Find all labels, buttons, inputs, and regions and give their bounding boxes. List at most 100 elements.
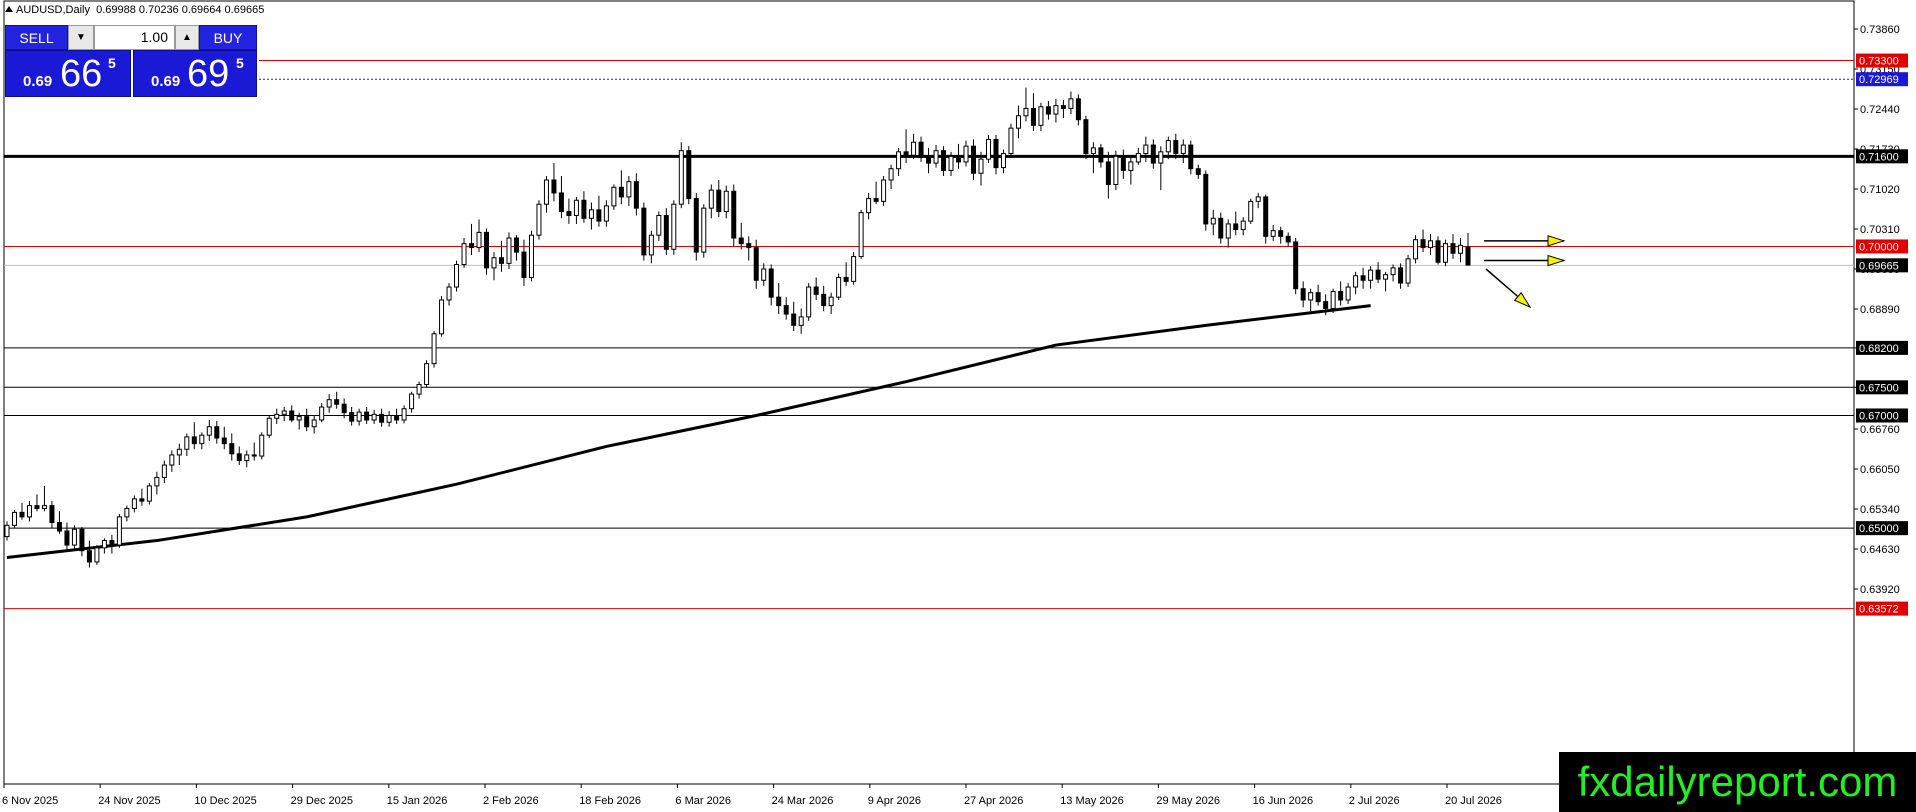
y-tick-label: 0.64630 [1860, 544, 1900, 556]
x-tick-label: 16 Jun 2026 [1253, 795, 1314, 807]
candle-body [184, 436, 190, 450]
yellow-arrow-annotation [1484, 254, 1566, 267]
candle-body [633, 181, 639, 209]
collapse-triangle-icon[interactable] [5, 6, 13, 12]
candle-body [1443, 243, 1449, 263]
candle-body [109, 540, 115, 546]
lot-size-input[interactable]: 1.00 [94, 25, 175, 50]
candle-body [1143, 144, 1149, 155]
candle-body [581, 199, 587, 219]
candle-body [963, 145, 969, 163]
candle-body [1353, 275, 1359, 288]
arrow-head [1547, 235, 1566, 247]
candle-body [813, 286, 819, 295]
candle-body [71, 528, 77, 546]
candle-body [948, 155, 954, 171]
candle-body [858, 212, 864, 258]
candle-body [86, 550, 92, 563]
candle-body [1383, 274, 1389, 280]
candle-body [1360, 275, 1366, 281]
candle-body [1128, 161, 1134, 171]
candle-body [461, 243, 467, 265]
sell-quote[interactable]: 0.69 66 5 [5, 50, 131, 97]
candle-body [738, 237, 744, 245]
candle-body [476, 231, 482, 249]
candle-body [896, 151, 902, 170]
price-tag-label: 0.65000 [1859, 523, 1899, 535]
price-tag-label: 0.70000 [1859, 241, 1899, 253]
candle-body [139, 498, 145, 502]
candle-body [1165, 140, 1171, 153]
price-tag: 0.68200 [1856, 340, 1908, 355]
candle-body [1293, 241, 1299, 290]
lot-increase-icon[interactable]: ▲ [175, 25, 199, 50]
candle-body [656, 214, 662, 236]
candle-body [798, 316, 804, 326]
candle-body [753, 247, 759, 281]
y-tick-label: 0.71020 [1860, 184, 1900, 196]
buy-quote[interactable]: 0.69 69 5 [133, 50, 257, 97]
candle-body [1120, 155, 1126, 171]
candle-body [1315, 292, 1321, 303]
y-tick-label: 0.66760 [1860, 424, 1900, 436]
candle-body [1158, 151, 1164, 164]
candle-body [821, 293, 827, 307]
candle-body [978, 158, 984, 174]
candle-body [873, 198, 879, 202]
sell-price-sup: 5 [108, 55, 116, 71]
candle-body [1255, 196, 1261, 202]
candle-body [259, 434, 265, 457]
candle-body [1375, 269, 1381, 280]
candle-body [1330, 291, 1336, 309]
candle-body [903, 151, 909, 156]
price-tag: 0.70000 [1856, 239, 1908, 254]
candle-body [1285, 235, 1291, 243]
candle-body [416, 383, 422, 395]
candle-body [214, 426, 220, 439]
candle-body [386, 414, 392, 423]
candle-body [274, 413, 280, 419]
candle-body [521, 251, 527, 278]
candle-body [1188, 144, 1194, 170]
chart-frame [3, 0, 1855, 785]
candle-body [131, 498, 137, 509]
candle-body [124, 507, 130, 518]
candle-body [746, 243, 752, 249]
candle-body [1398, 267, 1404, 284]
candle-body [469, 243, 475, 249]
candle-body [1240, 220, 1246, 231]
candle-body [356, 411, 362, 422]
candle-body [206, 426, 212, 436]
candle-body [941, 150, 947, 171]
candles [4, 87, 1471, 568]
price-tag: 0.67000 [1856, 408, 1908, 423]
candle-body [1368, 269, 1374, 281]
candle-body [558, 192, 564, 213]
buy-button[interactable]: BUY [199, 25, 257, 50]
sell-button[interactable]: SELL [5, 25, 68, 50]
candle-body [573, 199, 579, 216]
y-tick-label: 0.72440 [1860, 104, 1900, 116]
price-chart[interactable]: 0.738600.731500.724400.717300.710200.703… [0, 0, 1916, 812]
candle-body [671, 203, 677, 250]
candle-body [498, 257, 504, 264]
y-tick-label: 0.68890 [1860, 304, 1900, 316]
candle-body [985, 138, 991, 160]
candle-body [648, 234, 654, 256]
time-axis: 6 Nov 2025 24 Nov 2025 10 Dec 2025 29 Dec 2… [2, 784, 1502, 807]
price-tag: 0.67500 [1856, 380, 1908, 395]
candle-body [326, 399, 332, 408]
watermark-logo: fxdailyreport.com [1559, 752, 1916, 812]
candle-body [1105, 161, 1111, 185]
x-tick-label: 2 Jul 2026 [1349, 795, 1400, 807]
yellow-arrow-annotation [1484, 235, 1566, 247]
candle-body [1053, 105, 1059, 115]
candle-body [933, 150, 939, 164]
symbol-label: AUDUSD,Daily [16, 4, 90, 16]
x-tick-label: 2 Feb 2026 [483, 795, 539, 807]
candle-body [484, 231, 490, 269]
candle-body [236, 453, 242, 462]
candle-body [971, 145, 977, 174]
lot-decrease-icon[interactable]: ▼ [68, 25, 94, 50]
candle-body [701, 207, 707, 253]
